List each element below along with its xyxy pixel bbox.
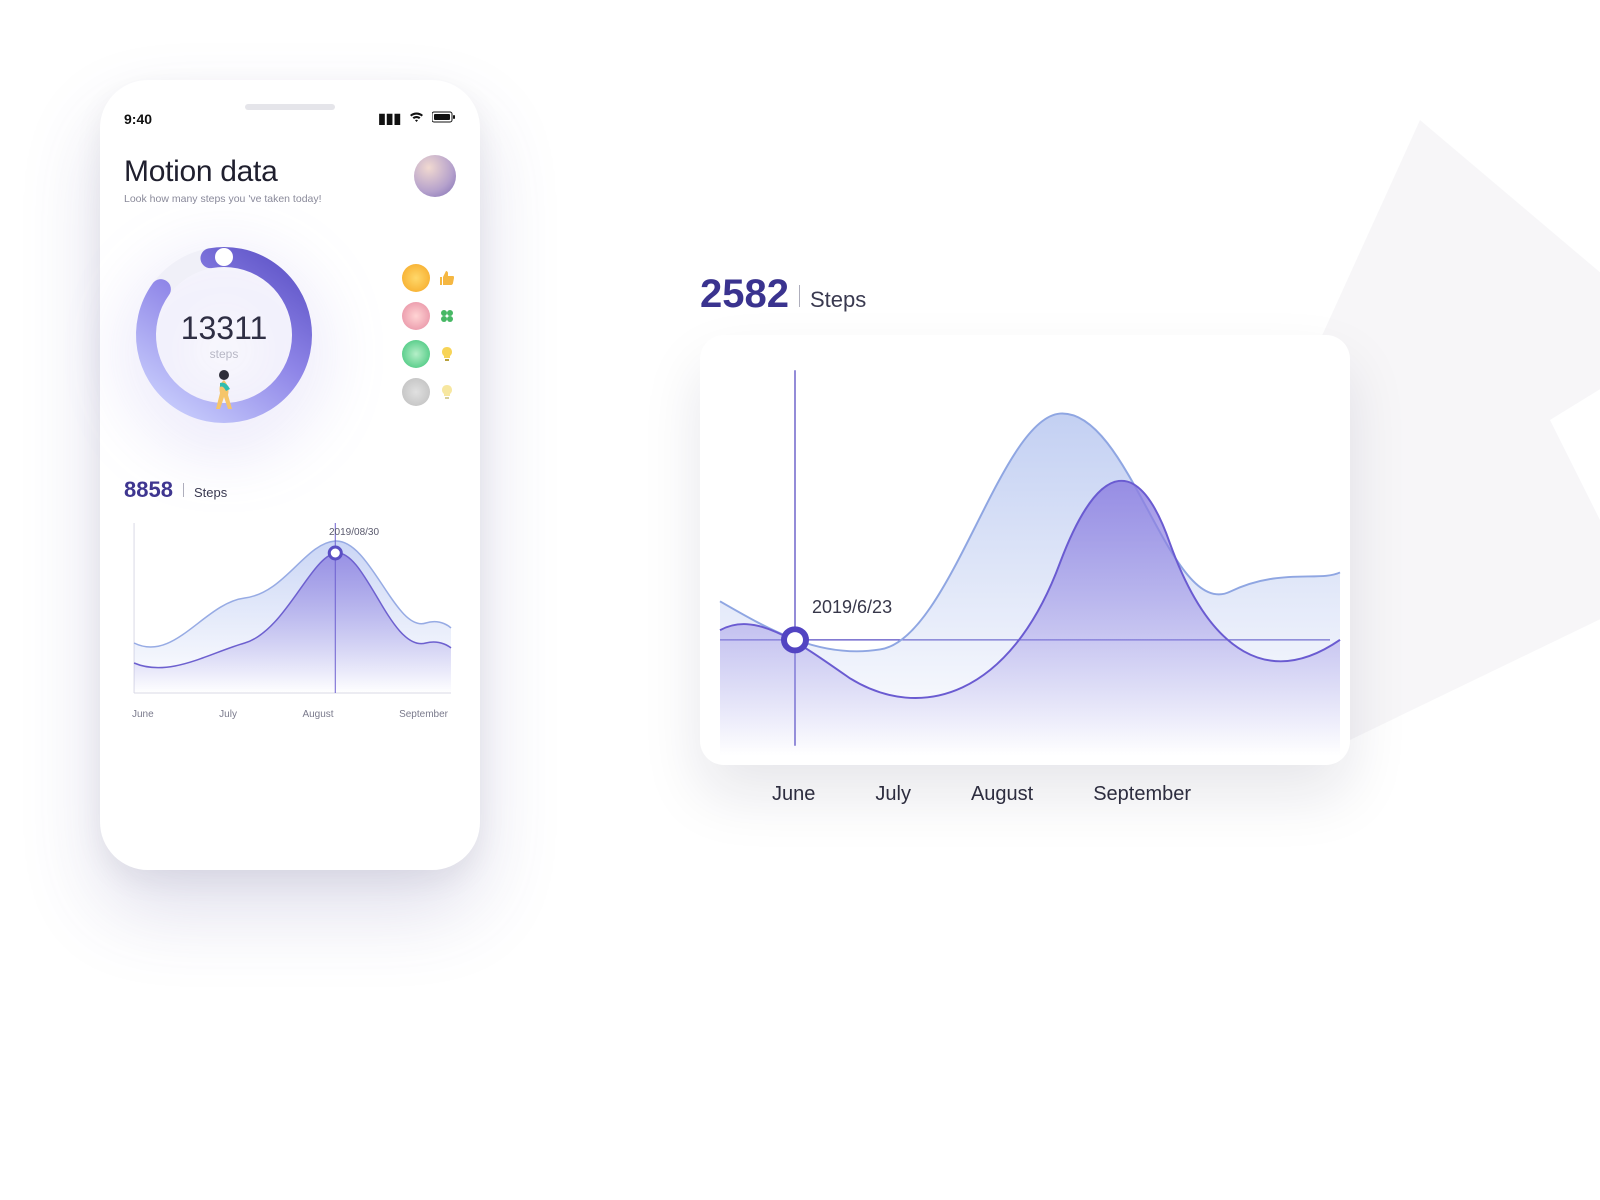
signal-icon: ▮▮▮ (378, 110, 401, 126)
friend-item[interactable] (402, 340, 456, 368)
lightbulb-icon (438, 345, 456, 363)
friend-avatar (402, 378, 430, 406)
ring-value: 13311 (181, 310, 268, 347)
status-bar: 9:40 ▮▮▮ (124, 110, 456, 127)
xaxis-label: September (1093, 783, 1191, 806)
xaxis-label: August (302, 709, 333, 720)
friend-avatar (402, 302, 430, 330)
xaxis-label: September (399, 709, 448, 720)
phone-mockup: 9:40 ▮▮▮ Motion data Look how many steps… (100, 80, 480, 870)
chart-annotation: 2019/08/30 (329, 527, 379, 538)
thumbs-up-icon (438, 269, 456, 287)
chart-annotation: 2019/6/23 (812, 597, 892, 618)
page-title: Motion data (124, 155, 322, 189)
detail-value: 2582 (700, 272, 789, 317)
detail-summary: 2582 Steps (700, 272, 1400, 317)
xaxis-label: June (772, 783, 815, 806)
phone-notch (245, 104, 335, 110)
detail-chart[interactable]: 2019/6/23 (700, 335, 1350, 765)
phone-chart[interactable]: 2019/08/30 (124, 513, 456, 703)
clover-icon (438, 307, 456, 325)
xaxis-label: July (219, 709, 237, 720)
progress-ring[interactable]: 13311 steps (124, 235, 324, 435)
wifi-icon (409, 110, 428, 126)
ring-label: steps (210, 347, 239, 361)
xaxis-label: August (971, 783, 1033, 806)
friend-item[interactable] (402, 378, 456, 406)
divider (183, 483, 184, 497)
detail-chart-xaxis: June July August September (700, 765, 1400, 806)
detail-panel: 2582 Steps (700, 230, 1400, 806)
summary-label: Steps (194, 485, 227, 500)
avatar[interactable] (414, 155, 456, 197)
divider (799, 285, 800, 307)
walker-illustration (206, 369, 242, 413)
summary-value: 8858 (124, 477, 173, 503)
xaxis-label: June (132, 709, 154, 720)
status-indicators: ▮▮▮ (374, 110, 456, 127)
page-subtitle: Look how many steps you 've taken today! (124, 193, 322, 205)
status-time: 9:40 (124, 111, 152, 127)
phone-chart-xaxis: June July August September (124, 703, 456, 720)
friends-list (402, 264, 456, 406)
phone-summary: 8858 Steps (124, 477, 456, 503)
detail-label: Steps (810, 287, 866, 313)
xaxis-label: July (875, 783, 911, 806)
friend-item[interactable] (402, 302, 456, 330)
lightbulb-icon (438, 383, 456, 401)
page-header: Motion data Look how many steps you 've … (124, 155, 456, 205)
friend-avatar (402, 264, 430, 292)
friend-item[interactable] (402, 264, 456, 292)
friend-avatar (402, 340, 430, 368)
battery-icon (432, 110, 456, 126)
